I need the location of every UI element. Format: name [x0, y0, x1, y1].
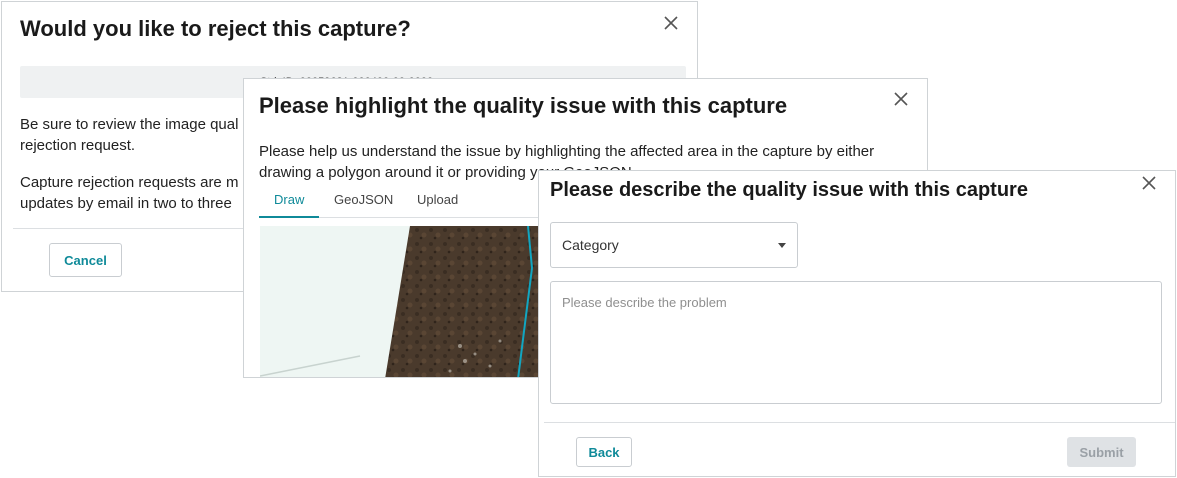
map-road-line	[260, 355, 361, 377]
highlight-dialog-title: Please highlight the quality issue with …	[259, 93, 788, 118]
tab-draw[interactable]: Draw	[259, 187, 320, 218]
cancel-button[interactable]: Cancel	[49, 243, 122, 277]
problem-description-input[interactable]	[550, 281, 1162, 404]
chevron-down-icon	[778, 243, 786, 248]
processing-paragraph: Capture rejection requests are m updates…	[20, 174, 239, 212]
describe-dialog-title: Please describe the quality issue with t…	[550, 179, 1028, 201]
submit-button[interactable]: Submit	[1067, 437, 1136, 467]
review-paragraph: Be sure to review the image qual rejecti…	[20, 116, 239, 154]
tab-geojson[interactable]: GeoJSON	[319, 187, 408, 216]
describe-issue-dialog: Please describe the quality issue with t…	[538, 170, 1176, 477]
category-select[interactable]: Category	[550, 222, 798, 268]
close-icon[interactable]	[662, 14, 680, 32]
reject-dialog-title: Would you like to reject this capture?	[20, 16, 411, 41]
satellite-image-strip	[385, 226, 550, 377]
capture-map[interactable]	[260, 226, 550, 377]
back-button[interactable]: Back	[576, 437, 632, 467]
footer-divider	[544, 422, 1175, 423]
category-select-value: Category	[562, 237, 619, 253]
close-icon[interactable]	[892, 90, 910, 108]
tab-upload[interactable]: Upload	[402, 187, 473, 216]
close-icon[interactable]	[1140, 174, 1158, 192]
